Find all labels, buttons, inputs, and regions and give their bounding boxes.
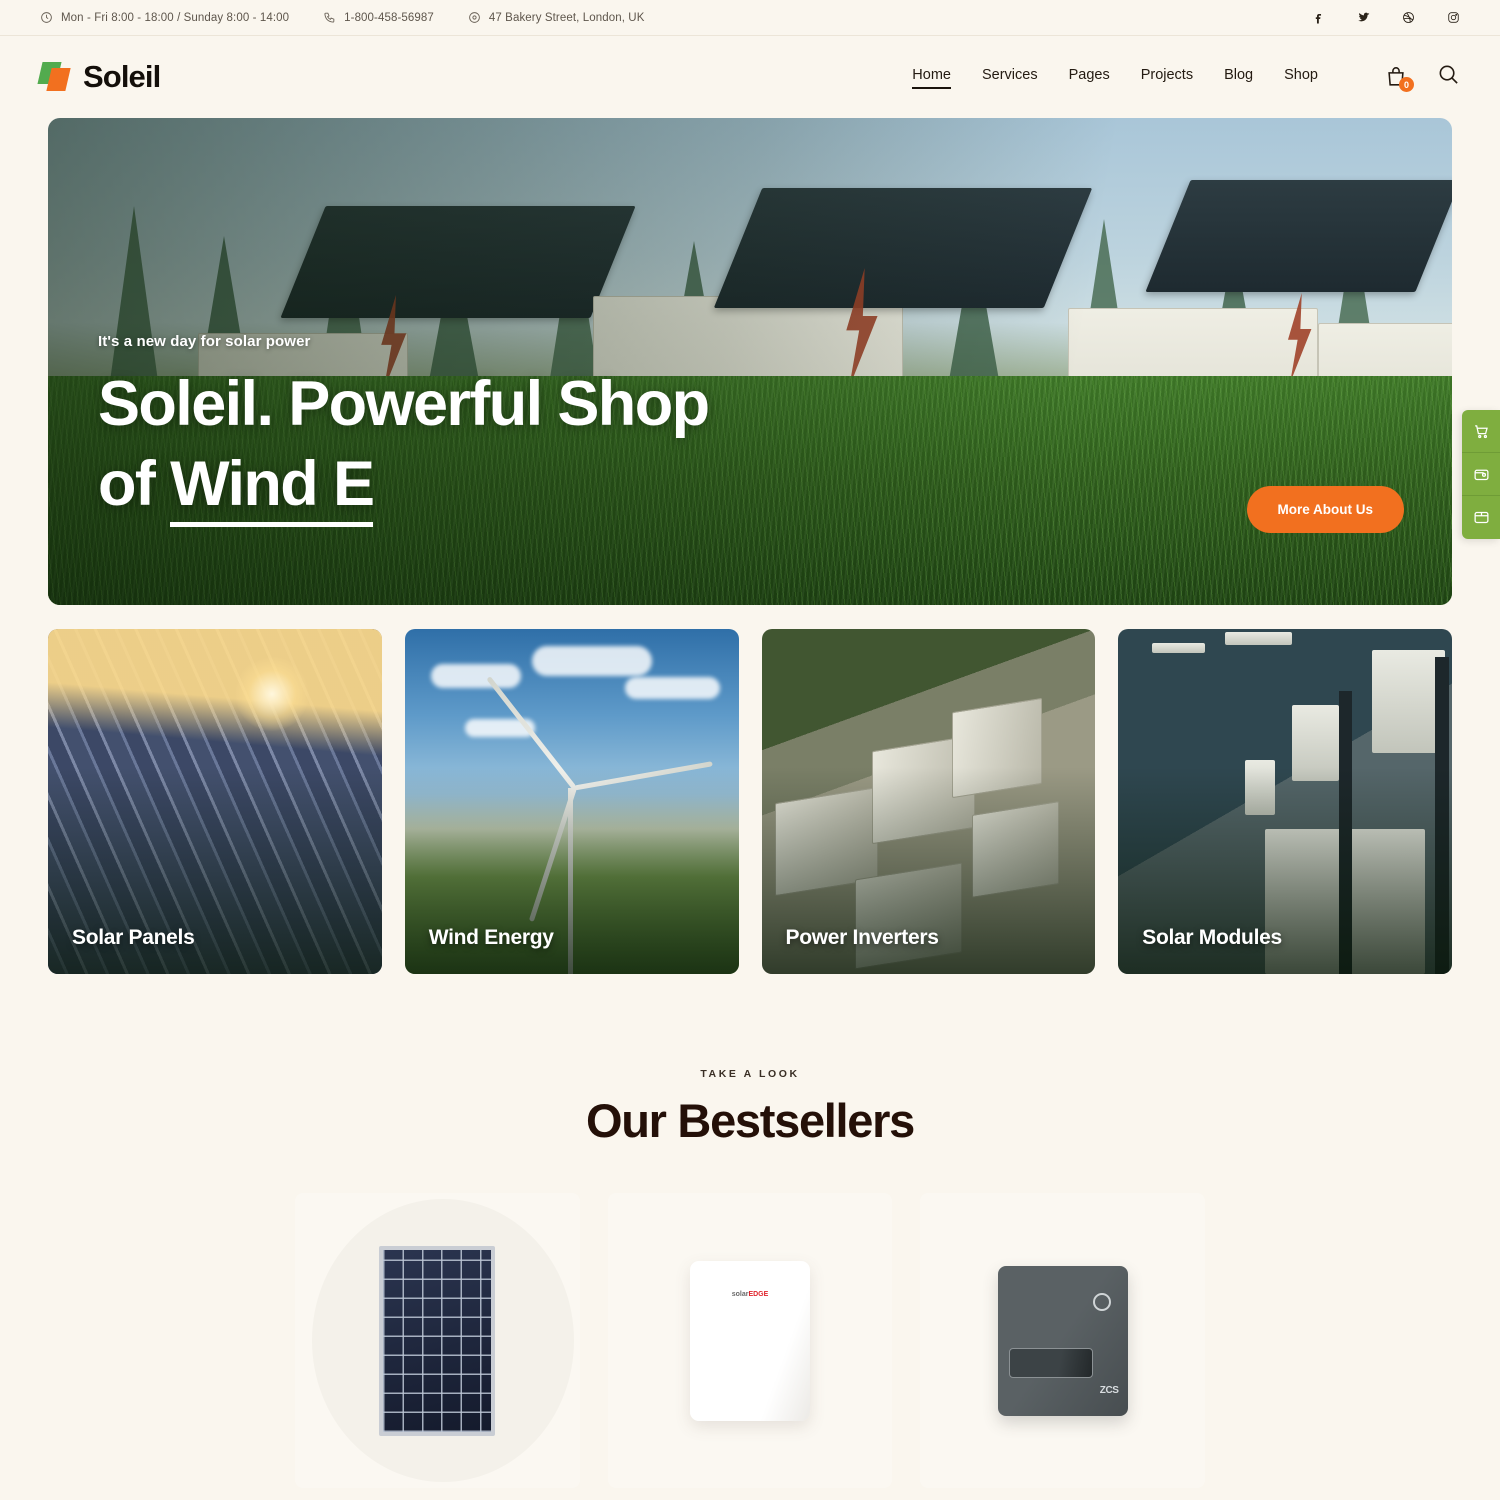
battery-graphic: solarEDGE xyxy=(690,1260,810,1421)
hero-title: Soleil. Powerful Shop of Wind E xyxy=(98,364,710,528)
nav-item-home[interactable]: Home xyxy=(912,67,951,89)
card-gradient-overlay xyxy=(1118,629,1452,974)
phone-icon xyxy=(323,11,336,24)
category-label-solar-modules: Solar Modules xyxy=(1142,926,1282,949)
hero-title-prefix: of xyxy=(98,449,171,520)
bestsellers-header: TAKE A LOOK Our Bestsellers xyxy=(0,1068,1500,1148)
category-label-wind-energy: Wind Energy xyxy=(428,926,554,949)
business-hours: Mon - Fri 8:00 - 18:00 / Sunday 8:00 - 1… xyxy=(40,11,289,24)
nav-item-services[interactable]: Services xyxy=(982,67,1038,87)
nav-item-blog[interactable]: Blog xyxy=(1224,67,1253,87)
battery-brand-logo: solarEDGE xyxy=(731,1290,769,1298)
inverter-brand-logo: ZCS xyxy=(1099,1385,1119,1396)
search-icon[interactable] xyxy=(1437,63,1460,91)
bestsellers-title: Our Bestsellers xyxy=(586,1094,915,1147)
card-gradient-overlay xyxy=(404,629,739,974)
nav-item-pages[interactable]: Pages xyxy=(1069,67,1110,87)
bestseller-product-list: Solar Panel ⚡ solarEDGE Solar Energy Ban… xyxy=(0,1193,1500,1500)
instagram-icon[interactable] xyxy=(1447,11,1460,24)
site-header: Soleil Home Services Pages Projects Blog… xyxy=(0,36,1500,118)
side-window-icon[interactable] xyxy=(1462,496,1500,539)
phone-info[interactable]: 1-800-458-56987 xyxy=(323,11,434,24)
shopping-bag-icon[interactable]: 0 xyxy=(1385,65,1414,92)
address-info: 47 Bakery Street, London, UK xyxy=(468,11,645,24)
nav-item-projects[interactable]: Projects xyxy=(1141,67,1193,87)
card-gradient-overlay xyxy=(761,629,1096,974)
hero-eyebrow: It's a new day for solar power xyxy=(98,332,311,350)
logo[interactable]: Soleil xyxy=(37,59,161,95)
hero-banner: It's a new day for solar power Soleil. P… xyxy=(48,118,1452,605)
product-card-solar-energy-bank[interactable]: ⚡ solarEDGE Solar Energy Bank xyxy=(607,1193,893,1500)
social-links xyxy=(1312,11,1460,24)
category-card-solar-modules[interactable]: Solar Modules xyxy=(1118,629,1452,974)
product-image-solar-panel xyxy=(295,1193,580,1488)
main-navigation: Home Services Pages Projects Blog Shop 0 xyxy=(912,63,1460,92)
category-label-power-inverters: Power Inverters xyxy=(785,926,939,949)
product-image-grid-solar-inverter: ZCS xyxy=(920,1193,1206,1488)
bestsellers-eyebrow: TAKE A LOOK xyxy=(700,1068,800,1080)
category-label-solar-panels: Solar Panels xyxy=(72,926,195,949)
category-card-solar-panels[interactable]: Solar Panels xyxy=(48,629,382,974)
business-hours-text: Mon - Fri 8:00 - 18:00 / Sunday 8:00 - 1… xyxy=(61,11,290,24)
hero-content: It's a new day for solar power Soleil. P… xyxy=(98,332,710,528)
twitter-icon[interactable] xyxy=(1357,11,1370,24)
hero-title-typed-word: Wind E xyxy=(170,449,375,528)
clock-icon xyxy=(40,11,53,24)
nav-item-shop[interactable]: Shop xyxy=(1284,67,1318,87)
brand-name: Soleil xyxy=(83,59,161,94)
phone-text: 1-800-458-56987 xyxy=(344,11,434,24)
floating-side-rail xyxy=(1462,410,1500,539)
more-about-us-button[interactable]: More About Us xyxy=(1246,486,1404,533)
header-icons: 0 xyxy=(1385,63,1460,92)
hero-title-line-1: Soleil. Powerful Shop xyxy=(98,368,710,439)
category-cards: Solar Panels Wind Energy Power Inverters xyxy=(48,629,1452,974)
solar-panel-graphic xyxy=(379,1245,496,1436)
side-cart-icon[interactable] xyxy=(1462,410,1500,453)
dribbble-icon[interactable] xyxy=(1402,11,1415,24)
location-pin-icon xyxy=(468,11,481,24)
side-wallet-icon[interactable] xyxy=(1462,453,1500,496)
topbar: Mon - Fri 8:00 - 18:00 / Sunday 8:00 - 1… xyxy=(0,0,1500,36)
category-card-power-inverters[interactable]: Power Inverters xyxy=(761,629,1096,974)
product-card-solar-panel[interactable]: Solar Panel xyxy=(295,1193,580,1500)
product-image-solar-energy-bank: ⚡ solarEDGE xyxy=(607,1193,893,1488)
address-text: 47 Bakery Street, London, UK xyxy=(488,11,645,24)
card-gradient-overlay xyxy=(48,629,382,974)
inverter-graphic: ZCS xyxy=(997,1265,1128,1416)
product-card-grid-solar-inverter[interactable]: ZCS Grid Solar Inverter xyxy=(920,1193,1206,1500)
topbar-info-group: Mon - Fri 8:00 - 18:00 / Sunday 8:00 - 1… xyxy=(40,11,644,24)
facebook-icon[interactable] xyxy=(1312,11,1325,24)
category-card-wind-energy[interactable]: Wind Energy xyxy=(404,629,739,974)
hero-title-line-2: of Wind E xyxy=(98,444,708,528)
logo-mark-icon xyxy=(37,62,74,92)
cart-count-badge: 0 xyxy=(1399,77,1414,92)
